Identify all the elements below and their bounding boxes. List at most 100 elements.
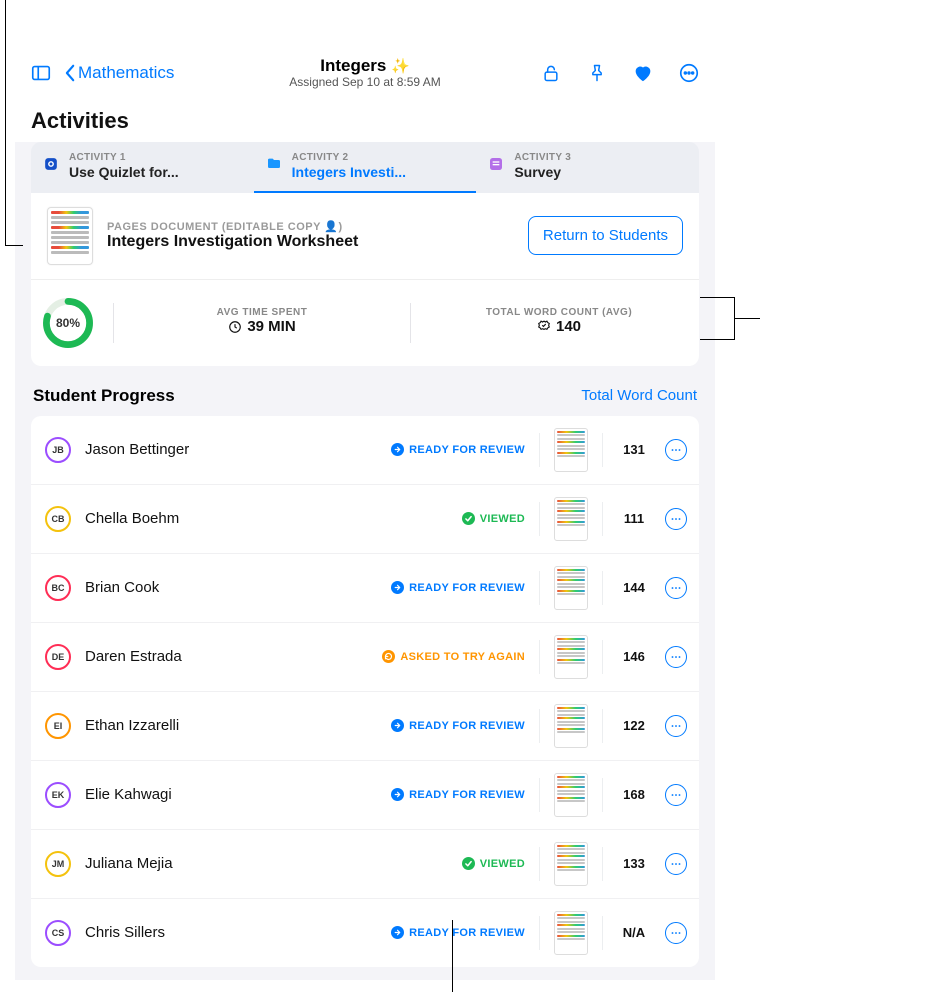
student-more-button[interactable] <box>665 715 687 737</box>
submission-thumbnail[interactable] <box>554 911 588 955</box>
student-more-button[interactable] <box>665 646 687 668</box>
submission-thumbnail[interactable] <box>554 842 588 886</box>
heart-icon[interactable] <box>629 59 657 87</box>
submission-thumbnail[interactable] <box>554 635 588 679</box>
student-name: Daren Estrada <box>85 648 368 665</box>
document-kind: PAGES DOCUMENT (EDITABLE COPY 👤) <box>107 220 514 233</box>
sparkle-icon: ✨ <box>391 58 410 75</box>
student-status: VIEWED <box>462 512 525 525</box>
status-icon <box>391 443 404 456</box>
student-name: Brian Cook <box>85 579 377 596</box>
student-status: READY FOR REVIEW <box>391 443 525 456</box>
status-label: READY FOR REVIEW <box>409 789 525 801</box>
unlock-icon[interactable] <box>537 59 565 87</box>
student-more-button[interactable] <box>665 922 687 944</box>
status-label: READY FOR REVIEW <box>409 720 525 732</box>
word-count-label: TOTAL WORD COUNT (AVG) <box>429 307 689 318</box>
activity-tab-2[interactable]: ACTIVITY 2Integers Investi... <box>254 142 477 193</box>
return-to-students-button[interactable]: Return to Students <box>528 216 683 255</box>
student-more-button[interactable] <box>665 508 687 530</box>
student-avatar: JB <box>45 437 71 463</box>
avg-time-value: 39 MIN <box>247 318 295 335</box>
total-word-count-link[interactable]: Total Word Count <box>581 387 697 404</box>
status-label: READY FOR REVIEW <box>409 582 525 594</box>
student-name: Juliana Mejia <box>85 855 448 872</box>
student-word-count: N/A <box>617 925 651 940</box>
activity-tab-3[interactable]: ACTIVITY 3Survey <box>476 142 699 193</box>
submission-thumbnail[interactable] <box>554 566 588 610</box>
page-title: Integers <box>320 56 386 75</box>
back-button[interactable]: Mathematics <box>65 63 174 83</box>
student-row[interactable]: CSChris SillersREADY FOR REVIEWN/A <box>31 899 699 967</box>
activity-tab-icon <box>486 154 506 174</box>
student-avatar: EK <box>45 782 71 808</box>
page-subtitle: Assigned Sep 10 at 8:59 AM <box>289 76 440 89</box>
status-icon <box>462 512 475 525</box>
student-more-button[interactable] <box>665 853 687 875</box>
student-row[interactable]: BC Brian Cook READY FOR REVIEW 144 <box>31 554 699 623</box>
student-row[interactable]: JMJuliana MejiaVIEWED133 <box>31 830 699 899</box>
back-label: Mathematics <box>78 63 174 83</box>
student-word-count: 146 <box>617 649 651 664</box>
activity-name: Integers Investi... <box>292 164 406 181</box>
more-icon[interactable] <box>675 59 703 87</box>
student-word-count: 122 <box>617 718 651 733</box>
student-row[interactable]: DEDaren EstradaASKED TO TRY AGAIN146 <box>31 623 699 692</box>
student-avatar: EI <box>45 713 71 739</box>
activity-tab-1[interactable]: ACTIVITY 1Use Quizlet for... <box>31 142 254 193</box>
student-status: READY FOR REVIEW <box>391 788 525 801</box>
student-more-button[interactable] <box>665 784 687 806</box>
student-more-button[interactable] <box>665 577 687 599</box>
activity-eyebrow: ACTIVITY 1 <box>69 152 179 164</box>
student-name: Chella Boehm <box>85 510 448 527</box>
student-row[interactable]: JB Jason Bettinger READY FOR REVIEW 131 <box>31 416 699 485</box>
activity-eyebrow: ACTIVITY 3 <box>514 152 571 164</box>
progress-percent: 80% <box>41 296 95 350</box>
document-thumbnail[interactable] <box>47 207 93 265</box>
student-avatar: BC <box>45 575 71 601</box>
student-row[interactable]: CBChella BoehmVIEWED111 <box>31 485 699 554</box>
status-icon <box>391 581 404 594</box>
student-more-button[interactable] <box>665 439 687 461</box>
student-row[interactable]: EI Ethan Izzarelli READY FOR REVIEW 122 <box>31 692 699 761</box>
top-bar: Mathematics Integers ✨ Assigned Sep 10 a… <box>15 50 715 96</box>
submission-thumbnail[interactable] <box>554 773 588 817</box>
student-name: Ethan Izzarelli <box>85 717 377 734</box>
student-status: READY FOR REVIEW <box>391 719 525 732</box>
student-word-count: 144 <box>617 580 651 595</box>
activity-eyebrow: ACTIVITY 2 <box>292 152 406 164</box>
status-label: VIEWED <box>480 858 525 870</box>
student-status: VIEWED <box>462 857 525 870</box>
student-status: READY FOR REVIEW <box>391 926 525 939</box>
status-icon <box>462 857 475 870</box>
submission-thumbnail[interactable] <box>554 704 588 748</box>
student-word-count: 168 <box>617 787 651 802</box>
clock-icon <box>228 320 242 334</box>
activities-heading: Activities <box>15 96 715 142</box>
student-name: Elie Kahwagi <box>85 786 377 803</box>
pin-icon[interactable] <box>583 59 611 87</box>
activity-tab-icon <box>264 154 284 174</box>
word-count-value: 140 <box>556 318 581 335</box>
submission-thumbnail[interactable] <box>554 497 588 541</box>
student-list: JB Jason Bettinger READY FOR REVIEW 131 CB Ch… <box>31 416 699 967</box>
submission-thumbnail[interactable] <box>554 428 588 472</box>
page-title-block: Integers ✨ Assigned Sep 10 at 8:59 AM <box>289 57 440 89</box>
student-avatar: JM <box>45 851 71 877</box>
activities-card: ACTIVITY 1Use Quizlet for...ACTIVITY 2In… <box>31 142 699 366</box>
status-label: READY FOR REVIEW <box>409 927 525 939</box>
status-label: READY FOR REVIEW <box>409 444 525 456</box>
document-name: Integers Investigation Worksheet <box>107 233 514 251</box>
progress-ring: 80% <box>41 296 95 350</box>
student-word-count: 131 <box>617 442 651 457</box>
student-name: Chris Sillers <box>85 924 377 941</box>
sidebar-toggle-icon[interactable] <box>27 59 55 87</box>
badge-icon <box>537 320 551 334</box>
student-name: Jason Bettinger <box>85 441 377 458</box>
student-avatar: CB <box>45 506 71 532</box>
student-status: READY FOR REVIEW <box>391 581 525 594</box>
student-row[interactable]: EK Elie Kahwagi READY FOR REVIEW 168 <box>31 761 699 830</box>
avg-time-label: AVG TIME SPENT <box>132 307 392 318</box>
stats-row: 80% AVG TIME SPENT 39 MIN TOTAL WORD COU… <box>31 279 699 366</box>
activity-tab-icon <box>41 154 61 174</box>
